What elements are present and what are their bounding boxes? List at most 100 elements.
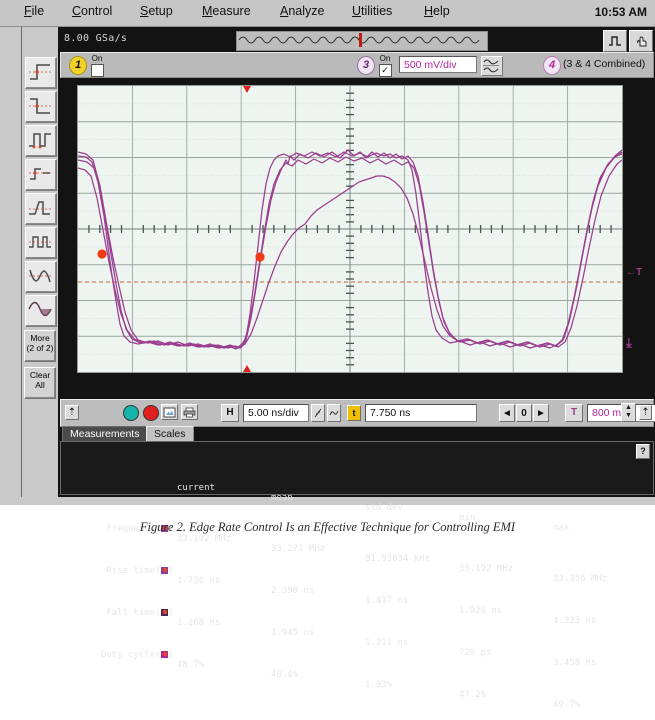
cell-frequency-max: 33.356 MHz bbox=[553, 574, 608, 584]
channel-3-on-label: On bbox=[379, 54, 391, 63]
column-header-stddev: std dev bbox=[365, 503, 403, 513]
cell-falltime-stddev: 1.211 ns bbox=[365, 638, 409, 648]
tab-scales[interactable]: Scales bbox=[146, 426, 194, 442]
menu-item-analyze[interactable]: Analyze bbox=[280, 4, 324, 18]
channel-3-checkbox[interactable]: ✓ bbox=[378, 64, 392, 77]
graticule[interactable] bbox=[77, 85, 623, 373]
more-line-1: More bbox=[30, 333, 50, 343]
delay-field[interactable]: 7.750 ns bbox=[365, 404, 477, 422]
channel-3-on-toggle[interactable]: On ✓ bbox=[377, 55, 393, 77]
stop-button[interactable] bbox=[143, 405, 159, 421]
clear-line-2: All bbox=[35, 379, 45, 390]
measurement-label-fall-time: Fall time() bbox=[106, 608, 173, 618]
menu-bar: File Control Setup Measure Analyze Utili… bbox=[0, 0, 655, 27]
cell-frequency-current: 33.192 MHz bbox=[177, 534, 232, 544]
menu-item-control[interactable]: Control bbox=[72, 4, 112, 18]
measurement-label-duty-cycle: Duty cycle() bbox=[100, 650, 173, 660]
nav-zero-button[interactable]: 0 bbox=[516, 404, 532, 422]
cell-duty-max: 49.7% bbox=[553, 700, 581, 710]
trigger-up-arrow-icon[interactable]: ⇡ bbox=[639, 405, 652, 420]
channel-4-indicator[interactable]: 4 bbox=[543, 56, 561, 75]
scope-display-body: 8.00 GSa/s 1 On 3 On ✓ 500 mV/div 4 (3 &… bbox=[58, 27, 655, 710]
pulse-waveform-icon[interactable] bbox=[603, 30, 627, 52]
area-measure-icon[interactable] bbox=[25, 295, 57, 327]
cell-frequency-stddev: 81.92034 kHz bbox=[365, 554, 431, 564]
sample-rate-label: 8.00 GSa/s bbox=[64, 33, 128, 44]
run-button[interactable] bbox=[123, 405, 139, 421]
horizontal-button[interactable]: H bbox=[221, 404, 239, 422]
trigger-button[interactable]: T bbox=[565, 404, 583, 422]
cell-frequency-min: 33.192 MHz bbox=[459, 564, 514, 574]
table-row[interactable]: Fall time() 1.268 ns 1.945 ns 1.211 ns 7… bbox=[65, 598, 596, 668]
trigger-level-marker: ←T bbox=[626, 267, 643, 278]
amplitude-measure-icon[interactable] bbox=[25, 261, 57, 293]
help-button[interactable]: ? bbox=[636, 444, 650, 459]
column-header-mean: mean bbox=[271, 493, 293, 503]
scope-frame: More (2 of 2) Clear All 8.00 GSa/s 1 On … bbox=[21, 27, 655, 710]
screen-capture-icon[interactable] bbox=[161, 404, 178, 420]
menu-item-file[interactable]: File bbox=[24, 4, 44, 18]
display-mode-icons bbox=[603, 30, 653, 52]
cell-risetime-current: 1.736 ns bbox=[177, 576, 221, 586]
channel-1-checkbox[interactable] bbox=[90, 64, 104, 77]
cell-falltime-max: 3.458 ns bbox=[553, 658, 597, 668]
channel-ground-marker: ⤓ bbox=[626, 335, 632, 350]
channel-1-on-toggle[interactable]: On bbox=[89, 55, 105, 77]
figure-caption: Figure 2. Edge Rate Control Is an Effect… bbox=[139, 520, 516, 534]
bottom-tabs: Measurements Scales bbox=[60, 426, 652, 442]
cell-falltime-current: 1.268 ns bbox=[177, 618, 221, 628]
horizontal-trigger-bar: ⇡ H 5.00 ns/div t 7.750 ns ◄ 0 ► T 800 m… bbox=[60, 399, 655, 427]
cell-frequency-mean: 33.271 MHz bbox=[271, 544, 326, 554]
column-header-current: current bbox=[177, 483, 215, 493]
delay-measure-icon[interactable] bbox=[25, 159, 57, 191]
more-line-2: (2 of 2) bbox=[26, 342, 54, 353]
interpolate-mode-icon[interactable] bbox=[327, 404, 341, 422]
rise-time-measure-icon[interactable] bbox=[25, 193, 57, 225]
tab-measurements[interactable]: Measurements bbox=[62, 426, 148, 442]
cell-risetime-stddev: 1.417 ns bbox=[365, 596, 409, 606]
cell-duty-mean: 48.4% bbox=[271, 670, 299, 680]
hand-cursor-icon[interactable] bbox=[629, 30, 653, 52]
channel-4-combined-note: (3 & 4 Combined) bbox=[563, 58, 646, 70]
sample-rate-bar: 8.00 GSa/s bbox=[58, 29, 655, 52]
clear-line-1: Clear bbox=[29, 370, 51, 380]
nav-right-button[interactable]: ► bbox=[533, 404, 549, 422]
channel-3-indicator[interactable]: 3 bbox=[357, 56, 375, 75]
clear-all-button[interactable]: Clear All bbox=[24, 367, 56, 399]
cell-risetime-max: 4.323 ns bbox=[553, 616, 597, 626]
nav-left-button[interactable]: ◄ bbox=[499, 404, 515, 422]
menu-item-utilities[interactable]: Utilities bbox=[352, 4, 392, 18]
measurements-header-row: current mean std dev min max bbox=[65, 473, 569, 533]
menu-item-setup[interactable]: Setup bbox=[140, 4, 173, 18]
printer-icon[interactable] bbox=[181, 404, 198, 420]
waveform-area: ←T ⤓ bbox=[64, 79, 650, 397]
menu-item-measure[interactable]: Measure bbox=[202, 4, 251, 18]
cell-duty-stddev: 1.03% bbox=[365, 680, 393, 690]
up-arrow-icon[interactable]: ⇡ bbox=[65, 405, 79, 420]
cell-risetime-mean: 2.390 ns bbox=[271, 586, 315, 596]
measurements-table: current mean std dev min max Frequency()… bbox=[65, 443, 607, 710]
menu-item-help[interactable]: Help bbox=[424, 4, 450, 18]
more-button[interactable]: More (2 of 2) bbox=[24, 330, 56, 362]
sample-mode-icon[interactable] bbox=[311, 404, 325, 422]
pulse-width-measure-icon[interactable] bbox=[25, 125, 57, 157]
period-measure-icon[interactable] bbox=[25, 227, 57, 259]
cell-falltime-min: 720 ps bbox=[459, 648, 492, 658]
channel-3-volts-per-div-field[interactable]: 500 mV/div bbox=[399, 56, 477, 73]
channel-1-indicator[interactable]: 1 bbox=[69, 56, 87, 75]
table-row[interactable]: Duty cycle() 48.7% 48.4% 1.03% 47.2% 49.… bbox=[65, 640, 580, 710]
cell-falltime-mean: 1.945 ns bbox=[271, 628, 315, 638]
falling-edge-measure-icon[interactable] bbox=[25, 91, 57, 123]
rising-edge-measure-icon[interactable] bbox=[25, 57, 57, 89]
oscilloscope-window: File Control Setup Measure Analyze Utili… bbox=[0, 0, 655, 710]
table-row[interactable]: Rise time() 1.736 ns 2.390 ns 1.417 ns 1… bbox=[65, 556, 596, 626]
trigger-level-stepper[interactable]: ▲ ▼ bbox=[621, 403, 636, 422]
waveform-overview-thumbnail[interactable] bbox=[236, 31, 488, 51]
measurements-panel: ? current mean std dev min max Frequency… bbox=[60, 441, 654, 710]
ac-dc-coupling-icon[interactable] bbox=[481, 56, 503, 76]
cell-duty-current: 48.7% bbox=[177, 660, 205, 670]
channel-1-on-label: On bbox=[91, 54, 103, 63]
time-per-div-field[interactable]: 5.00 ns/div bbox=[243, 404, 309, 422]
delay-reference-icon[interactable]: t bbox=[347, 405, 361, 421]
cell-duty-min: 47.2% bbox=[459, 690, 487, 700]
